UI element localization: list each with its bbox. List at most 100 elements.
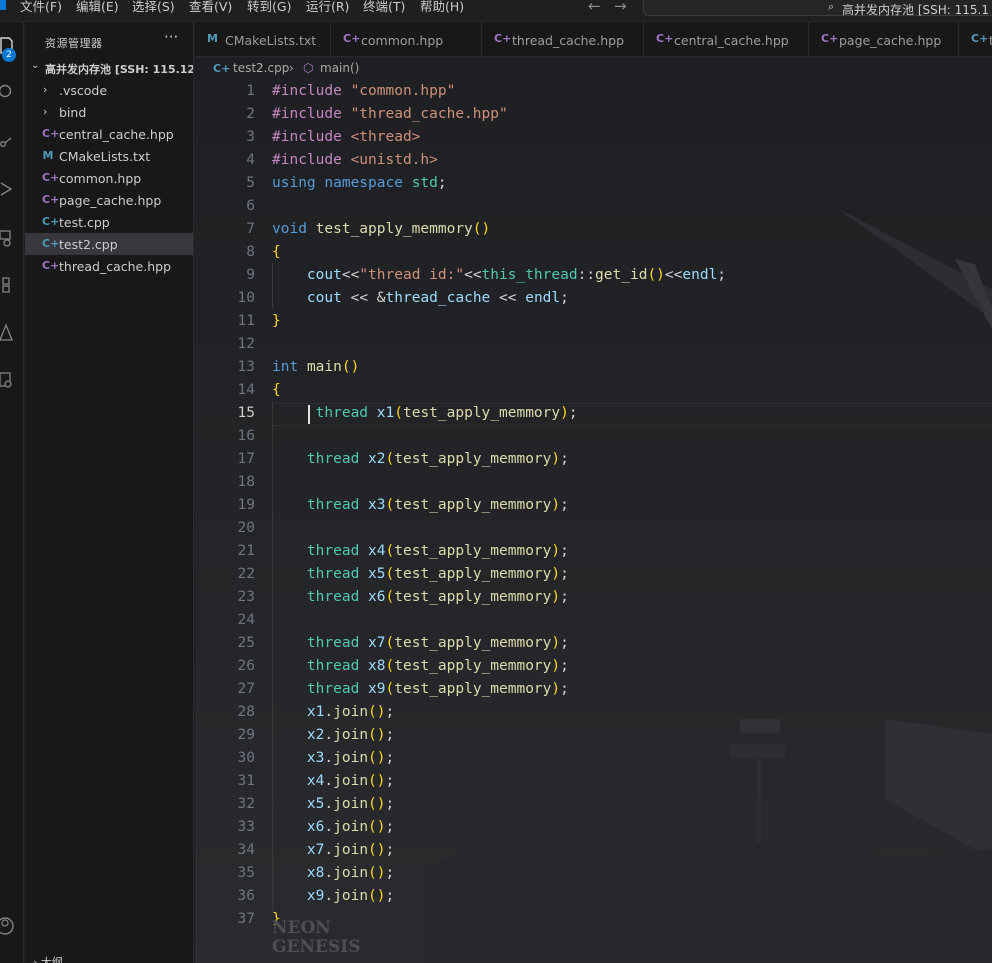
- tab-label: thread_cache.hpp: [512, 33, 625, 48]
- code-line[interactable]: x7.join();: [272, 839, 394, 862]
- cpp-file-icon: C+: [213, 62, 231, 75]
- menu-goto[interactable]: 转到(G): [247, 0, 291, 13]
- code-line[interactable]: thread x9(test_apply_memmory);: [272, 678, 569, 701]
- cpp-file-icon: C+: [42, 237, 60, 250]
- code-line[interactable]: thread x6(test_apply_memmory);: [272, 586, 569, 609]
- tab-cmakelists[interactable]: M CMakeLists.txt: [195, 22, 331, 56]
- tree-file-thread-cache[interactable]: C+ thread_cache.hpp: [25, 255, 193, 277]
- line-number: 26: [237, 658, 255, 674]
- line-number: 24: [237, 612, 255, 628]
- workspace-root-folder[interactable]: ⌄ 高并发内存池 [SSH: 115.12...: [25, 57, 193, 79]
- line-number: 15: [237, 405, 255, 421]
- line-number: 27: [237, 681, 255, 697]
- code-line[interactable]: x9.join();: [272, 885, 394, 908]
- remote-explorer-icon[interactable]: [0, 229, 14, 247]
- line-number: 31: [237, 773, 255, 789]
- file-label: central_cache.hpp: [59, 127, 174, 142]
- code-line[interactable]: thread x7(test_apply_memmory);: [272, 632, 569, 655]
- code-line[interactable]: x3.join();: [272, 747, 394, 770]
- line-number: 13: [237, 359, 255, 375]
- code-line[interactable]: #include <thread>: [272, 126, 420, 149]
- code-line[interactable]: x2.join();: [272, 724, 394, 747]
- tab-page-cache[interactable]: C+ page_cache.hpp: [809, 22, 959, 56]
- watermark-logo: NEON GENESIS: [272, 919, 360, 957]
- outline-section-header[interactable]: › 大纲: [33, 954, 63, 963]
- extension-settings-icon[interactable]: [0, 372, 14, 390]
- code-line[interactable]: using namespace std;: [272, 172, 447, 195]
- tree-file-cmakelists[interactable]: M CMakeLists.txt: [25, 145, 193, 167]
- cmake-file-icon: M: [42, 149, 54, 162]
- explorer-badge: 2: [2, 48, 16, 62]
- menu-file[interactable]: 文件(F): [20, 0, 62, 13]
- code-line[interactable]: }: [272, 310, 281, 333]
- code-line[interactable]: x1.join();: [272, 701, 394, 724]
- chevron-right-icon: ›: [43, 105, 48, 118]
- code-line[interactable]: thread x2(test_apply_memmory);: [272, 448, 569, 471]
- tree-file-test[interactable]: C+ test.cpp: [25, 211, 193, 233]
- code-line[interactable]: #include <unistd.h>: [272, 149, 438, 172]
- menu-view[interactable]: 查看(V): [189, 0, 232, 13]
- breadcrumb-file[interactable]: test2.cpp: [233, 61, 289, 75]
- tab-thread-cache[interactable]: C+ thread_cache.hpp: [482, 22, 644, 56]
- code-line[interactable]: thread x3(test_apply_memmory);: [272, 494, 569, 517]
- code-line[interactable]: cout << &thread_cache << endl;: [272, 287, 569, 310]
- code-line[interactable]: #include "common.hpp": [272, 80, 455, 103]
- tab-common[interactable]: C+ common.hpp: [331, 22, 482, 56]
- tree-file-common[interactable]: C+ common.hpp: [25, 167, 193, 189]
- menu-selection[interactable]: 选择(S): [132, 0, 175, 13]
- text-cursor: [308, 405, 310, 424]
- code-line[interactable]: x4.join();: [272, 770, 394, 793]
- code-line[interactable]: {: [272, 379, 281, 402]
- code-line[interactable]: void test_apply_memmory(): [272, 218, 490, 241]
- tree-file-page-cache[interactable]: C+ page_cache.hpp: [25, 189, 193, 211]
- tree-file-test2[interactable]: C+ test2.cpp: [25, 233, 193, 255]
- line-number: 5: [246, 175, 255, 191]
- cpp-file-icon: C+: [42, 171, 60, 184]
- cpp-file-icon: C+: [42, 193, 60, 206]
- tree-folder-vscode[interactable]: › .vscode: [25, 79, 193, 101]
- line-number: 37: [237, 911, 255, 927]
- tree-file-central-cache[interactable]: C+ central_cache.hpp: [25, 123, 193, 145]
- code-line[interactable]: thread x5(test_apply_memmory);: [272, 563, 569, 586]
- file-label: test2.cpp: [59, 237, 118, 252]
- code-line[interactable]: thread x8(test_apply_memmory);: [272, 655, 569, 678]
- cpp-file-icon: C+: [971, 32, 989, 45]
- code-line[interactable]: thread x1(test_apply_memmory);: [272, 402, 578, 425]
- more-actions-icon[interactable]: ···: [164, 28, 178, 46]
- forward-arrow-icon[interactable]: →: [614, 0, 627, 15]
- code-line[interactable]: x5.join();: [272, 793, 394, 816]
- code-line[interactable]: cout<<"thread id:"<<this_thread::get_id(…: [272, 264, 726, 287]
- editor-tab-bar: M CMakeLists.txt C+ common.hpp C+ thread…: [195, 22, 992, 57]
- account-icon[interactable]: [0, 915, 14, 935]
- breadcrumb-symbol[interactable]: main(): [320, 61, 359, 75]
- code-editor[interactable]: 1 2 3 4 5 6 7 8 9 10 11 12 13 14 15 16 17 18 19 20 21 22 23 24 2…: [195, 79, 992, 963]
- tab-test[interactable]: C+ te: [959, 22, 992, 56]
- code-line[interactable]: x6.join();: [272, 816, 394, 839]
- menu-edit[interactable]: 编辑(E): [76, 0, 119, 13]
- extensions-icon[interactable]: [0, 276, 14, 294]
- line-number: 19: [237, 497, 255, 513]
- command-center-search[interactable]: ⌕ 高并发内存池 [SSH: 115.1: [643, 0, 992, 17]
- source-control-icon[interactable]: [0, 132, 14, 150]
- tab-label: CMakeLists.txt: [225, 33, 317, 48]
- code-line[interactable]: x8.join();: [272, 862, 394, 885]
- back-arrow-icon[interactable]: ←: [588, 0, 601, 15]
- breadcrumb: C+ test2.cpp › ⬡ main(): [195, 57, 992, 79]
- code-line[interactable]: {: [272, 241, 281, 264]
- cpp-file-icon: C+: [494, 32, 512, 45]
- code-line[interactable]: thread x4(test_apply_memmory);: [272, 540, 569, 563]
- tree-folder-bind[interactable]: › bind: [25, 101, 193, 123]
- code-line[interactable]: int main(): [272, 356, 359, 379]
- code-line[interactable]: #include "thread_cache.hpp": [272, 103, 508, 126]
- line-number: 9: [246, 267, 255, 283]
- menu-help[interactable]: 帮助(H): [420, 0, 464, 13]
- chevron-right-icon: ›: [43, 83, 48, 96]
- run-debug-icon[interactable]: [0, 180, 14, 198]
- line-number: 32: [237, 796, 255, 812]
- menu-terminal[interactable]: 终端(T): [363, 0, 405, 13]
- tab-central-cache[interactable]: C+ central_cache.hpp: [644, 22, 809, 56]
- menu-run[interactable]: 运行(R): [306, 0, 349, 13]
- search-view-icon[interactable]: [0, 82, 14, 100]
- line-number: 16: [237, 428, 255, 444]
- cmake-icon[interactable]: [0, 324, 14, 342]
